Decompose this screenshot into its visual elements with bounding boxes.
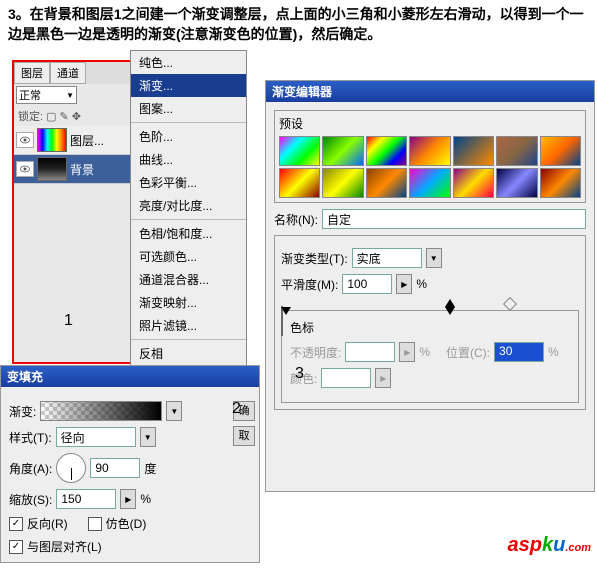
dither-checkbox[interactable] (88, 517, 102, 531)
angle-input[interactable]: 90 (90, 458, 140, 478)
layer-thumb (37, 128, 67, 152)
layer-name: 背景 (70, 161, 94, 178)
dialog-title: 变填充 (1, 366, 259, 387)
adjustment-menu: 纯色... 渐变... 图案... 色阶... 曲线... 色彩平衡... 亮度… (130, 50, 247, 412)
type-label: 渐变类型(T): (281, 250, 348, 267)
align-label: 与图层对齐(L) (27, 538, 102, 555)
color-stop-icon[interactable] (281, 307, 291, 315)
reverse-checkbox[interactable]: ✓ (9, 517, 23, 531)
preset-swatch[interactable] (279, 168, 320, 198)
angle-label: 角度(A): (9, 460, 52, 477)
preset-swatch[interactable] (322, 136, 363, 166)
scale-input[interactable]: 150 (56, 489, 116, 509)
color-input (321, 368, 371, 388)
tab-layers[interactable]: 图层 (14, 62, 50, 84)
layer-thumb (37, 157, 67, 181)
preset-swatch[interactable] (453, 136, 494, 166)
preset-swatch[interactable] (279, 136, 320, 166)
name-input[interactable]: 自定 (322, 209, 586, 229)
preset-swatch[interactable] (540, 136, 581, 166)
preset-swatch[interactable] (540, 168, 581, 198)
menu-item-curves[interactable]: 曲线... (131, 148, 246, 171)
preset-box: 预设 (274, 110, 586, 203)
cancel-button[interactable]: 取 (233, 426, 255, 446)
style-select[interactable]: 径向 (56, 427, 136, 447)
position-label: 位置(C): (446, 344, 490, 361)
smooth-input[interactable]: 100 (342, 274, 392, 294)
preset-swatch[interactable] (409, 136, 450, 166)
reverse-label: 反向(R) (27, 515, 68, 532)
preset-swatch[interactable] (496, 168, 537, 198)
visibility-eye-icon[interactable] (16, 161, 34, 177)
scale-label: 缩放(S): (9, 491, 52, 508)
layer-name: 图层... (70, 132, 104, 149)
lock-move-icon[interactable]: ✥ (72, 110, 81, 123)
gradient-editor-dialog: 渐变编辑器 预设 名称(N): 自定 (265, 80, 595, 492)
smooth-label: 平滑度(M): (281, 276, 338, 293)
annotation-3: 3 (295, 365, 304, 383)
preset-swatch[interactable] (366, 136, 407, 166)
grad-label: 渐变: (9, 403, 36, 420)
layer-item[interactable]: 背景 (14, 155, 139, 184)
menu-item-solid[interactable]: 纯色... (131, 51, 246, 74)
menu-item-gradient[interactable]: 渐变... (131, 74, 246, 97)
dither-label: 仿色(D) (106, 515, 147, 532)
preset-swatch[interactable] (496, 136, 537, 166)
preset-swatch[interactable] (453, 168, 494, 198)
menu-item-selective[interactable]: 可选颜色... (131, 245, 246, 268)
watermark: aspku.com (508, 534, 592, 557)
opacity-label: 不透明度: (290, 344, 341, 361)
stepper-icon: ▶ (375, 368, 391, 388)
annotation-2: 2 (232, 400, 241, 418)
menu-item-photofilter[interactable]: 照片滤镜... (131, 314, 246, 337)
visibility-eye-icon[interactable] (16, 132, 34, 148)
menu-item-brightness[interactable]: 亮度/对比度... (131, 194, 246, 217)
chevron-down-icon[interactable]: ▼ (166, 401, 182, 421)
tab-channels[interactable]: 通道 (50, 62, 86, 84)
preset-swatch[interactable] (366, 168, 407, 198)
dialog-title: 渐变编辑器 (266, 81, 594, 102)
lock-transparency-icon[interactable]: ▢ (46, 110, 56, 123)
chevron-down-icon[interactable]: ▼ (140, 427, 156, 447)
instruction-text: 3。在背景和图层1之间建一个渐变调整层，点上面的小三角和小菱形左右滑动，以得到一… (0, 0, 597, 49)
menu-item-hue[interactable]: 色相/饱和度... (131, 222, 246, 245)
align-checkbox[interactable]: ✓ (9, 540, 23, 554)
stepper-icon[interactable]: ▶ (120, 489, 136, 509)
blend-mode-select[interactable]: 正常▼ (16, 86, 77, 104)
preset-swatch[interactable] (409, 168, 450, 198)
gradient-fill-dialog: 变填充 渐变: ▼ 样式(T): 径向 ▼ 角度(A): 90 度 缩放(S):… (0, 365, 260, 563)
opacity-input (345, 342, 395, 362)
angle-dial[interactable] (56, 453, 86, 483)
stepper-icon[interactable]: ▶ (396, 274, 412, 294)
preset-label: 预设 (279, 115, 581, 132)
name-label: 名称(N): (274, 211, 318, 228)
menu-item-invert[interactable]: 反相 (131, 342, 246, 365)
layers-panel: 图层 通道 正常▼ 锁定: ▢ ✎ ✥ 图层... 背景 1 (12, 60, 141, 364)
menu-item-pattern[interactable]: 图案... (131, 97, 246, 120)
menu-item-gradientmap[interactable]: 渐变映射... (131, 291, 246, 314)
layer-item[interactable]: 图层... (14, 126, 139, 155)
chevron-down-icon[interactable]: ▼ (426, 248, 442, 268)
preset-swatch[interactable] (322, 168, 363, 198)
menu-item-colorbalance[interactable]: 色彩平衡... (131, 171, 246, 194)
stepper-icon: ▶ (399, 342, 415, 362)
menu-item-levels[interactable]: 色阶... (131, 125, 246, 148)
annotation-1: 1 (64, 312, 73, 330)
position-input[interactable]: 30 (494, 342, 544, 362)
type-select[interactable]: 实底 (352, 248, 422, 268)
lock-paint-icon[interactable]: ✎ (59, 110, 68, 123)
menu-item-channelmixer[interactable]: 通道混合器... (131, 268, 246, 291)
lock-row: 锁定: ▢ ✎ ✥ (14, 106, 139, 126)
color-stop-icon[interactable] (445, 307, 455, 315)
gradient-preview[interactable] (40, 401, 162, 421)
midpoint-stop-icon[interactable] (502, 297, 516, 311)
style-label: 样式(T): (9, 429, 52, 446)
stops-label: 色标 (290, 319, 570, 336)
